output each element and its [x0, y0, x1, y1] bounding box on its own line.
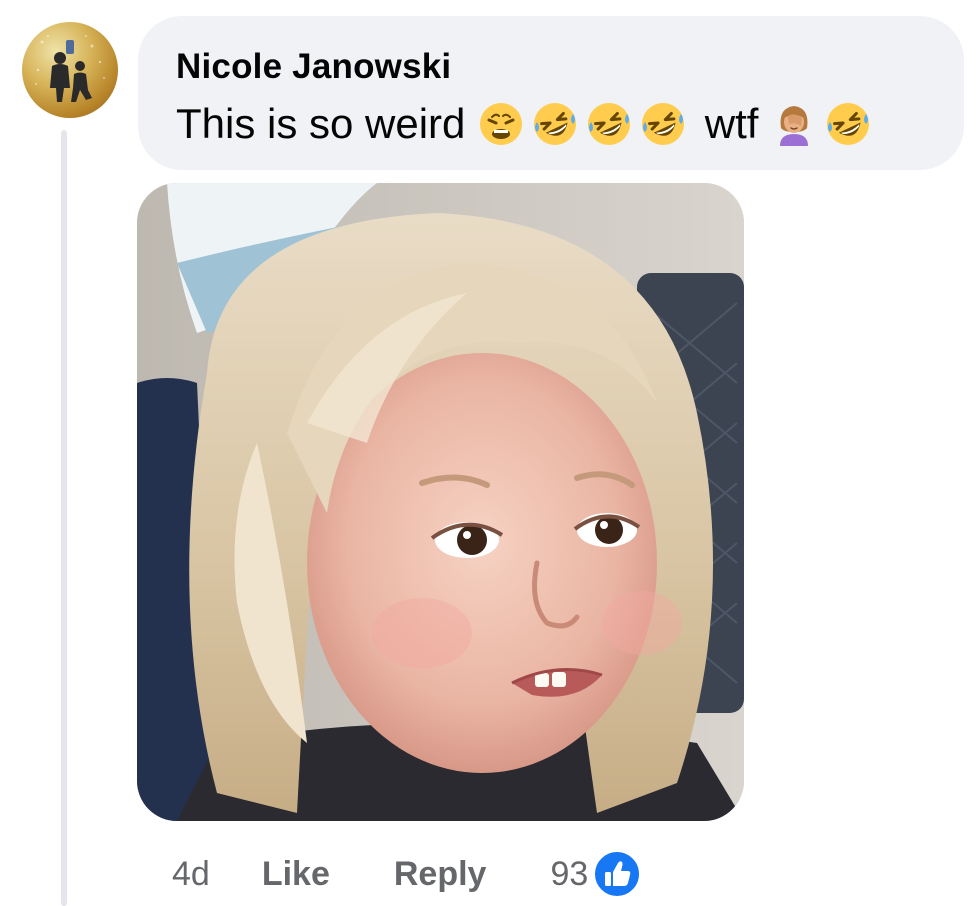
comment-text-prefix: This is so weird [176, 100, 478, 147]
thread-line [61, 130, 67, 906]
avatar-image [35, 35, 105, 102]
reply-button[interactable]: Reply [394, 855, 487, 894]
rolling-on-floor-laughing-emoji [824, 100, 872, 148]
comment-text-mid: wtf [693, 100, 771, 147]
gif-attachment[interactable] [137, 183, 744, 821]
comment-thread: Nicole Janowski This is so weird wtf 4d … [0, 0, 980, 906]
like-thumb-icon[interactable] [592, 849, 642, 899]
side-eye-girl-gif [137, 183, 744, 821]
rolling-on-floor-laughing-emoji [639, 100, 687, 148]
comment-actions: 4d Like Reply 93 [172, 846, 642, 902]
reaction-count[interactable]: 93 [550, 855, 588, 894]
comment-bubble: Nicole Janowski This is so weird wtf [138, 16, 964, 170]
weary-face-emoji [477, 100, 525, 148]
comment-author[interactable]: Nicole Janowski [176, 46, 926, 88]
like-button[interactable]: Like [262, 855, 330, 894]
rolling-on-floor-laughing-emoji [531, 100, 579, 148]
avatar[interactable] [22, 22, 118, 118]
comment-body: This is so weird wtf [176, 98, 926, 150]
comment-timestamp[interactable]: 4d [172, 855, 210, 894]
rolling-on-floor-laughing-emoji [585, 100, 633, 148]
woman-facepalming-emoji [770, 100, 818, 148]
